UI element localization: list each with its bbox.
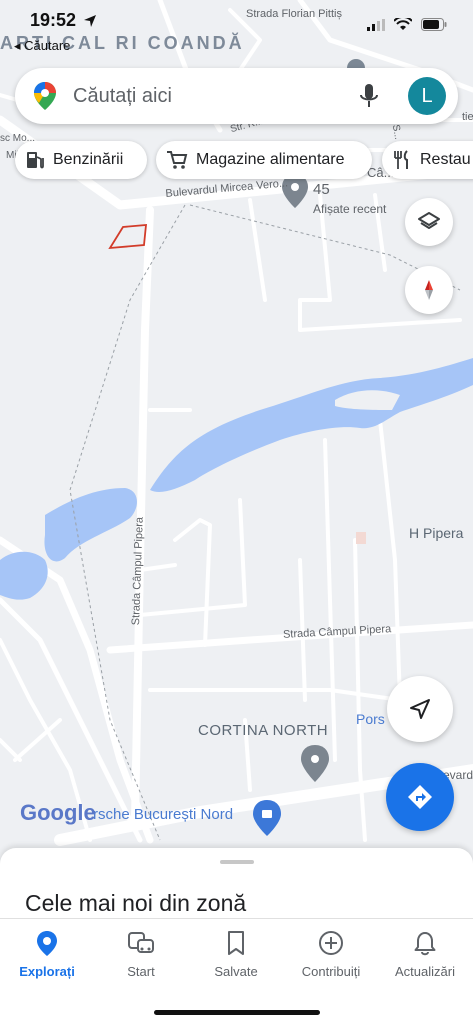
map-label-porsche-short: Pors	[356, 711, 385, 727]
navigation-arrow-icon	[410, 699, 430, 719]
chip-gas-stations[interactable]: Benzinării	[15, 141, 147, 179]
nav-updates[interactable]: Actualizări	[378, 929, 472, 979]
google-maps-logo-icon	[34, 82, 56, 110]
layers-icon	[418, 212, 440, 229]
directions-button[interactable]	[386, 763, 454, 831]
microphone-icon[interactable]	[360, 83, 378, 109]
gas-station-icon	[27, 152, 44, 169]
status-bar: ARTI CAL RI COANDĂ 19:52 ◂ Căutare	[0, 0, 473, 56]
directions-icon	[408, 785, 432, 809]
location-pin-icon	[37, 931, 57, 956]
nav-start[interactable]: Start	[94, 929, 188, 979]
sheet-drag-handle[interactable]	[220, 860, 254, 864]
google-logo: Google	[20, 800, 96, 825]
nav-contribute[interactable]: Contribuiți	[284, 929, 378, 979]
nav-label: Start	[127, 964, 155, 979]
wifi-icon	[394, 18, 412, 30]
commute-icon	[128, 932, 154, 953]
chip-label: Magazine alimentare	[196, 151, 345, 168]
nav-label: Explorați	[19, 964, 75, 979]
restaurant-icon	[394, 150, 408, 169]
signal-icon	[367, 18, 385, 31]
add-circle-icon	[319, 931, 343, 955]
home-indicator	[154, 1010, 320, 1015]
back-to-search-link[interactable]: ◂ Căutare	[14, 38, 70, 54]
nav-label: Salvate	[214, 964, 258, 979]
bottom-navigation: Explorați Start Salvate Contribuiți Actu…	[0, 918, 473, 1025]
system-icons	[367, 18, 447, 31]
chip-groceries[interactable]: Magazine alimentare	[156, 141, 372, 179]
battery-icon	[421, 18, 447, 31]
building-shape	[356, 532, 366, 544]
nav-label: Actualizări	[395, 964, 455, 979]
status-time: 19:52	[30, 10, 77, 30]
compass-icon	[425, 280, 433, 300]
avatar[interactable]: L	[408, 77, 446, 115]
location-arrow-icon	[84, 15, 96, 27]
chip-label: Benzinării	[53, 151, 124, 168]
nav-explore[interactable]: Explorați	[0, 929, 94, 979]
my-location-button[interactable]	[387, 676, 453, 742]
cart-icon	[167, 151, 188, 169]
recent-label: Afișate recent	[313, 202, 387, 216]
bottom-sheet[interactable]: Cele mai noi din zonă	[0, 848, 473, 918]
nav-label: Contribuiți	[301, 964, 361, 979]
bell-icon	[414, 932, 436, 956]
map-label-cortina: CORTINA NORTH	[198, 722, 329, 739]
nav-saved[interactable]: Salvate	[189, 929, 283, 979]
compass-button[interactable]	[405, 266, 453, 314]
sheet-title: Cele mai noi din zonă	[25, 890, 247, 916]
layers-button[interactable]	[405, 198, 453, 246]
chip-label: Restau	[420, 151, 471, 168]
bookmark-icon	[228, 931, 244, 955]
map-label-tie: tie	[462, 111, 473, 123]
map-label-h-pipera: H Pipera	[409, 525, 464, 541]
search-input[interactable]: Căutați aici	[73, 85, 172, 108]
chip-restaurants[interactable]: Restau	[382, 141, 473, 179]
search-bar[interactable]: Căutați aici L	[15, 68, 458, 124]
place-count-label: 45	[313, 181, 330, 198]
map-label-porsche-bucuresti: rsche București Nord	[93, 806, 234, 823]
